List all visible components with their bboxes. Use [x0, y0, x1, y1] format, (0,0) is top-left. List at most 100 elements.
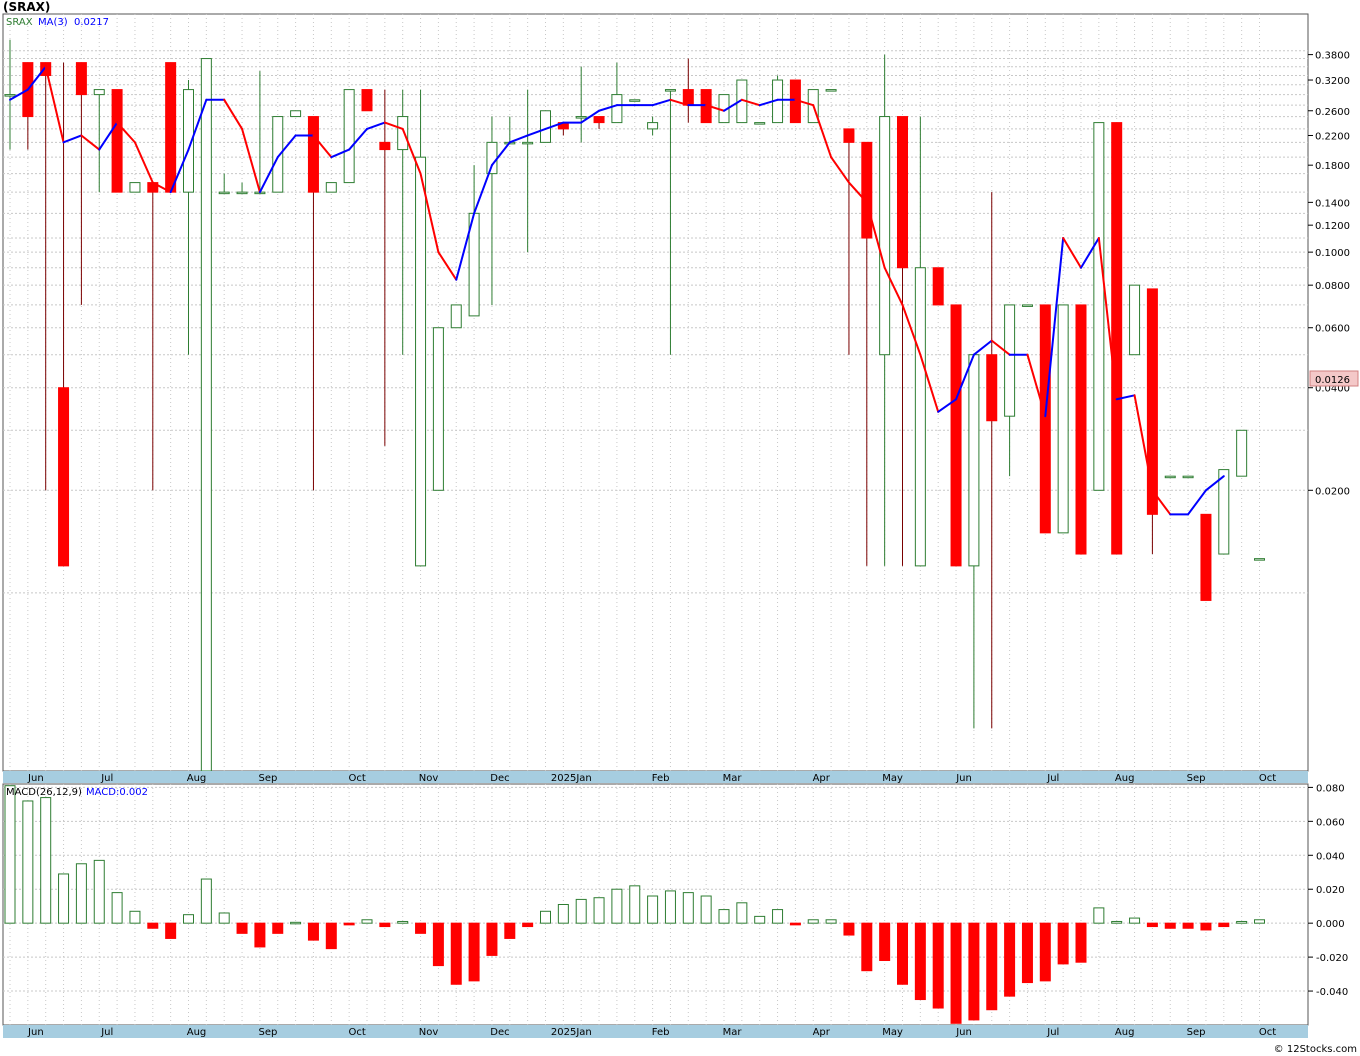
candle-down — [58, 387, 70, 567]
candle-up — [629, 99, 641, 102]
candle-down — [1039, 304, 1051, 534]
candle-up — [1057, 304, 1069, 534]
candle-up — [1129, 284, 1141, 356]
month-label: 2025Jan — [551, 1027, 592, 1038]
candle-up — [611, 94, 623, 124]
macd-bar-positive — [664, 890, 676, 924]
macd-bar-negative — [272, 922, 284, 934]
price-ytick-label: 0.0200 — [1315, 486, 1350, 497]
macd-bar-negative — [897, 922, 908, 985]
last-price-label: 0.0126 — [1315, 375, 1350, 386]
candle-down — [1111, 122, 1123, 555]
candle-up — [432, 327, 444, 491]
macd-ytick-label: 0.040 — [1316, 851, 1345, 862]
month-label: Mar — [723, 1027, 743, 1038]
price-ytick-label: 0.1800 — [1315, 161, 1350, 172]
month-label: Aug — [1115, 773, 1135, 784]
candle-down — [307, 116, 319, 193]
month-label: Jul — [100, 773, 113, 784]
macd-bar-positive — [754, 915, 766, 924]
macd-bar-negative — [879, 922, 891, 962]
macd-bar-positive — [183, 914, 194, 924]
month-label: Sep — [258, 773, 277, 784]
macd-bar-positive — [361, 919, 373, 924]
macd-bar-positive — [1111, 920, 1123, 924]
macd-ytick-label: 0.000 — [1316, 919, 1345, 930]
month-label: May — [882, 773, 903, 784]
macd-bar-negative — [1164, 922, 1176, 929]
candle-up — [1093, 122, 1105, 491]
macd-ytick-label: 0.020 — [1316, 885, 1345, 896]
month-label: Sep — [1187, 773, 1206, 784]
price-panel: 0.3800 0.3200 0.2600 0.2200 0.1800 0.1400 0.12… — [2, 13, 1359, 772]
candle-up — [129, 182, 141, 193]
macd-bar-positive — [557, 904, 569, 924]
macd-bar-negative — [789, 922, 801, 926]
candle-down — [75, 62, 87, 96]
macd-bar-positive — [575, 898, 587, 924]
macd-bar-negative — [1021, 922, 1033, 984]
macd-bar-negative — [254, 922, 266, 948]
candle-up — [200, 58, 212, 772]
candle-down — [593, 116, 605, 124]
candle-up — [914, 267, 926, 567]
month-label: Jul — [1046, 1027, 1059, 1038]
macd-bar-negative — [165, 922, 177, 939]
month-label: Oct — [349, 773, 366, 784]
candle-down — [861, 141, 873, 239]
month-label: May — [882, 1027, 903, 1038]
macd-bar-negative — [1182, 922, 1194, 929]
macd-bar-negative — [861, 922, 873, 972]
month-label: Jun — [955, 1027, 972, 1038]
macd-ytick-label: -0.020 — [1316, 953, 1348, 964]
macd-bar-negative — [1218, 922, 1230, 928]
legend-ma-value: 0.0217 — [74, 17, 109, 28]
macd-bar-positive — [290, 921, 302, 925]
candle-down — [682, 89, 694, 106]
month-label: Sep — [258, 1027, 277, 1038]
macd-bar-negative — [1146, 922, 1158, 928]
month-label: Aug — [187, 1027, 207, 1038]
macd-bar-positive — [593, 897, 605, 924]
macd-bar-positive — [682, 892, 694, 924]
price-ytick-label: 0.1200 — [1315, 221, 1350, 232]
candle-up — [290, 110, 302, 118]
price-ytick-label: 0.2600 — [1315, 107, 1350, 118]
macd-bar-negative — [932, 922, 944, 1009]
macd-bar-negative — [968, 922, 980, 1021]
macd-bar-negative — [343, 922, 355, 926]
macd-bar-positive — [1236, 920, 1248, 924]
macd-bar-negative — [1057, 922, 1069, 965]
candle-up — [664, 89, 676, 92]
candle-down — [932, 267, 944, 306]
candle-up — [1021, 304, 1033, 307]
month-label: Jun — [955, 773, 972, 784]
macd-bar-positive — [700, 895, 712, 924]
macd-ytick-label: 0.080 — [1316, 783, 1345, 794]
macd-bar-positive — [736, 902, 748, 924]
candle-up — [415, 156, 427, 567]
macd-bar-positive — [111, 892, 123, 924]
macd-bar-positive — [22, 800, 34, 924]
month-label: Mar — [723, 773, 743, 784]
macd-bar-positive — [200, 878, 212, 924]
macd-bar-positive — [397, 920, 409, 924]
macd-bar-positive — [58, 873, 70, 924]
month-label: Nov — [419, 1027, 439, 1038]
macd-bar-negative — [432, 922, 444, 967]
macd-bar-positive — [40, 797, 52, 924]
candle-up — [540, 110, 551, 143]
macd-bar-negative — [1004, 922, 1016, 997]
month-label: Jul — [1046, 773, 1059, 784]
macd-bar-positive — [718, 909, 730, 924]
price-ytick-label: 0.1000 — [1315, 248, 1350, 259]
month-label: Aug — [187, 773, 207, 784]
macd-bar-positive — [611, 888, 623, 924]
month-label: Oct — [1259, 1027, 1276, 1038]
stock-chart: (SRAX) 0.3800 0.3200 0.2600 0.2200 0.1800 0.1… — [0, 0, 1360, 1056]
macd-bar-positive — [807, 919, 819, 924]
macd-bar-positive — [647, 895, 659, 924]
price-ytick-label: 0.3200 — [1315, 76, 1350, 87]
month-label: 2025Jan — [551, 773, 592, 784]
macd-bar-positive — [75, 863, 87, 924]
